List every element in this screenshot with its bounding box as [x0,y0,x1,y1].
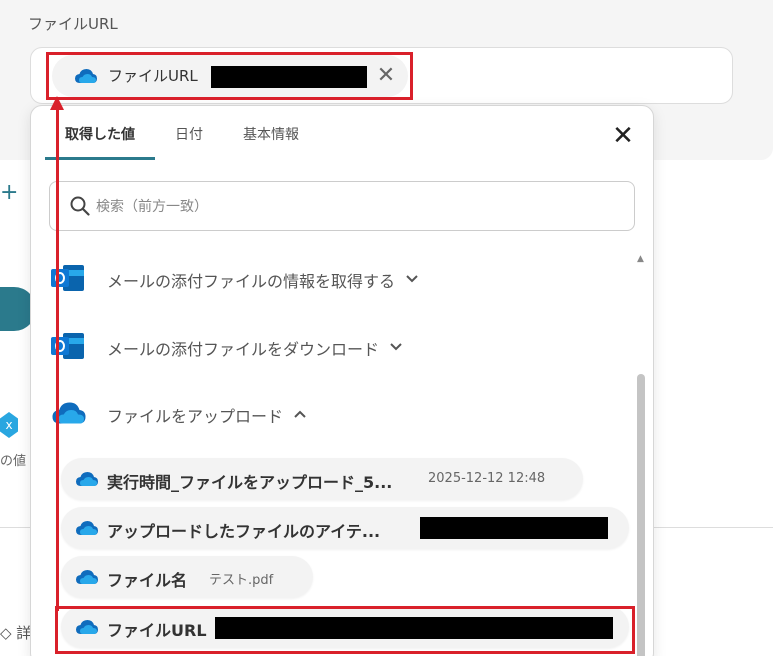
add-icon[interactable]: + [0,180,18,205]
search-input[interactable] [96,195,616,219]
details-toggle[interactable]: ◇ 詳 [0,622,31,643]
item-name: 実行時間_ファイルをアップロード_5... [107,473,393,492]
value-item-uploaded-file-item[interactable]: アップロードしたファイルのアイテ... [61,507,629,549]
field-label: ファイルURL [28,15,118,33]
annotation-box-target [46,52,413,100]
chevron-down-icon [389,340,403,356]
value-item-file-name[interactable]: ファイル名 テスト.pdf [61,556,313,598]
value-picker-popover: 取得した値 日付 基本情報 ✕ メールの添付ファイルの情報を取得する メールの添… [30,105,654,656]
chevron-down-icon [405,272,419,288]
group-label: ファイルをアップロード [107,407,284,426]
item-value: 2025-12-12 12:48 [428,471,546,486]
item-name: ファイル名 [107,571,188,590]
group-mail-attachment-download[interactable]: メールの添付ファイルをダウンロード [51,328,403,368]
tab-acquired-values[interactable]: 取得した値 [45,106,155,160]
tab-date[interactable]: 日付 [155,106,223,160]
annotation-arrow-head [50,96,64,110]
onedrive-cloud-icon [75,569,99,589]
group-file-upload[interactable]: ファイルをアップロード [51,395,307,435]
close-icon[interactable]: ✕ [609,122,637,150]
onedrive-cloud-icon [75,471,99,491]
scroll-up-icon[interactable]: ▲ [637,254,644,264]
search-box [49,181,635,231]
background-text: の値 [0,454,27,469]
annotation-box-source [55,606,635,654]
search-icon [70,196,90,220]
group-label: メールの添付ファイルの情報を取得する [107,272,396,291]
item-value: テスト.pdf [209,573,274,588]
scrollbar-thumb[interactable] [637,374,645,656]
app-badge-icon: x [0,412,18,438]
onedrive-cloud-icon [75,520,99,540]
group-label: メールの添付ファイルをダウンロード [107,340,380,359]
tab-bar: 取得した値 日付 基本情報 [45,106,319,160]
annotation-arrow [56,106,59,611]
redacted-value [420,517,608,539]
tab-basic-info[interactable]: 基本情報 [223,106,319,160]
chevron-up-icon [293,407,307,423]
item-name: アップロードしたファイルのアイテ... [107,522,381,541]
group-mail-attachment-info[interactable]: メールの添付ファイルの情報を取得する [51,260,419,300]
value-item-execution-time[interactable]: 実行時間_ファイルをアップロード_5... 2025-12-12 12:48 [61,458,583,500]
